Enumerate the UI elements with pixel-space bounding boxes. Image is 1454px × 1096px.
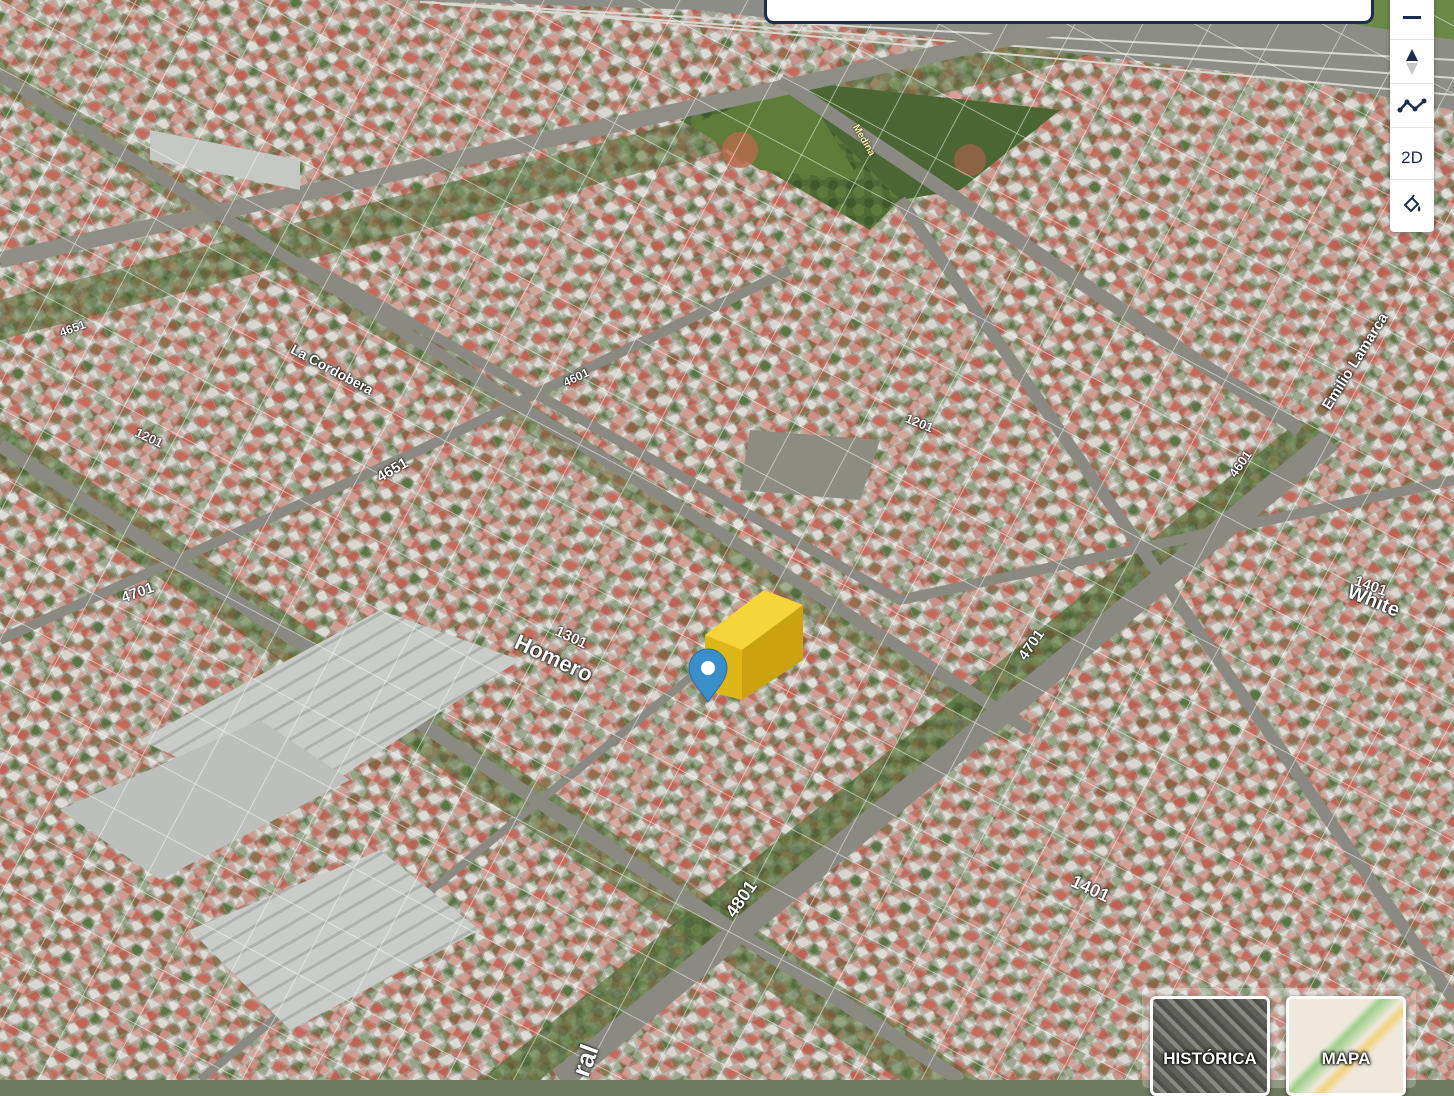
- measure-button[interactable]: [1390, 84, 1434, 128]
- polyline-icon: [1397, 98, 1427, 112]
- map-3d-view[interactable]: Homero White Medina La Cordobera Emilio …: [0, 0, 1454, 1080]
- minus-icon: [1403, 16, 1421, 19]
- style-button[interactable]: [1390, 182, 1434, 226]
- historic-layer-label: HISTÓRICA: [1163, 1049, 1257, 1068]
- compass-icon: [1406, 48, 1418, 75]
- map-layer-label: MAPA: [1321, 1049, 1371, 1068]
- map-imagery: [0, 0, 1454, 1080]
- map-layer-button[interactable]: MAPA: [1286, 996, 1406, 1096]
- map-toolbar: 2D: [1390, 0, 1434, 232]
- compass-button[interactable]: [1390, 40, 1434, 84]
- zoom-out-button[interactable]: [1390, 0, 1434, 40]
- historic-layer-button[interactable]: HISTÓRICA: [1150, 996, 1270, 1096]
- paint-bucket-icon: [1403, 194, 1421, 213]
- search-panel[interactable]: [764, 0, 1374, 24]
- view-2d-button[interactable]: 2D: [1390, 136, 1434, 180]
